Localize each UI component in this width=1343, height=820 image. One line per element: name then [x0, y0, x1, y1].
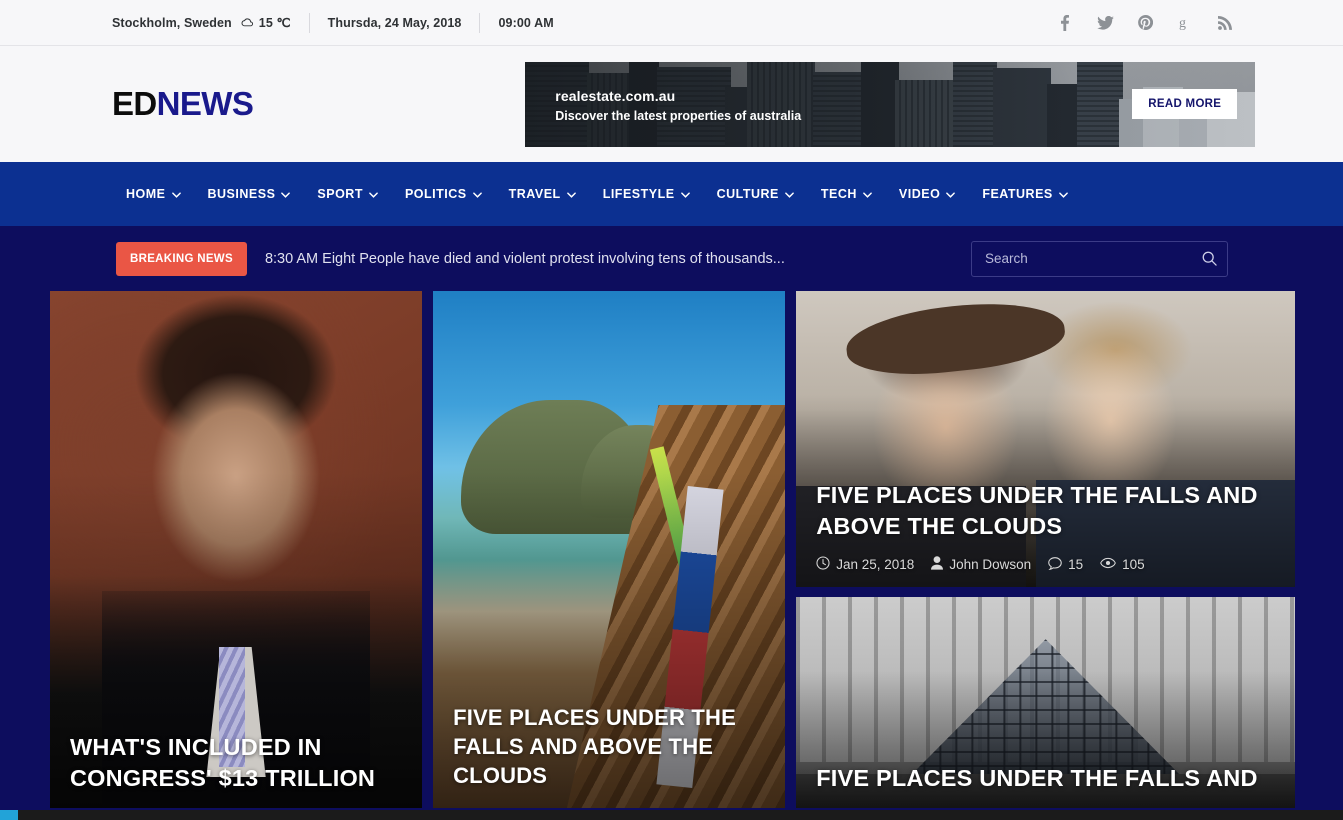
nav-item-business[interactable]: BUSINESS [208, 187, 291, 201]
nav-item-culture[interactable]: CULTURE [717, 187, 794, 201]
search-icon[interactable] [1198, 248, 1220, 270]
top-bar-info: Stockholm, Sweden 15 ℃ Thursda, 24 May, … [112, 12, 1055, 33]
nav-label: CULTURE [716, 187, 779, 201]
grid-column-left: WHAT'S INCLUDED IN CONGRESS' $13 TRILLIO… [50, 291, 423, 808]
article-card-congress[interactable]: WHAT'S INCLUDED IN CONGRESS' $13 TRILLIO… [50, 291, 423, 808]
chevron-down-icon [171, 187, 181, 201]
person-icon [931, 556, 944, 573]
nav-label: TRAVEL [508, 187, 561, 201]
time-label: 09:00 AM [498, 15, 554, 30]
breaking-news-headline[interactable]: 8:30 AM Eight People have died and viole… [265, 251, 785, 267]
twitter-icon[interactable] [1095, 13, 1115, 33]
nav-item-lifestyle[interactable]: LIFESTYLE [603, 187, 690, 201]
chevron-down-icon [281, 187, 291, 201]
location-label: Stockholm, Sweden [112, 15, 232, 30]
article-card-five-places-women[interactable]: FIVE PLACES UNDER THE FALLS AND ABOVE TH… [796, 291, 1296, 587]
article-card-five-places-louvre[interactable]: FIVE PLACES UNDER THE FALLS AND [796, 597, 1296, 808]
eye-icon [1100, 557, 1117, 572]
nav-item-video[interactable]: VIDEO [898, 187, 956, 201]
nav-label: POLITICS [404, 187, 467, 201]
svg-text:g: g [1179, 16, 1186, 30]
nav-label: BUSINESS [207, 187, 276, 201]
article-comments: 15 [1048, 556, 1084, 573]
grid-column-right: FIVE PLACES UNDER THE FALLS AND ABOVE TH… [796, 291, 1296, 808]
facebook-icon[interactable] [1055, 13, 1075, 33]
clock-icon [816, 556, 830, 573]
nav-item-politics[interactable]: POLITICS [405, 187, 482, 201]
article-author: John Dowson [931, 556, 1031, 573]
chevron-down-icon [566, 187, 576, 201]
article-date-label: Jan 25, 2018 [836, 557, 915, 572]
nav-item-tech[interactable]: TECH [821, 187, 872, 201]
search-box [971, 240, 1228, 277]
cloud-icon [239, 17, 254, 28]
chevron-down-icon [1058, 187, 1068, 201]
article-author-label: John Dowson [949, 557, 1032, 572]
chevron-down-icon [946, 187, 956, 201]
nav-label: VIDEO [898, 187, 941, 201]
scrollbar-thumb[interactable] [0, 810, 18, 820]
top-bar: Stockholm, Sweden 15 ℃ Thursda, 24 May, … [0, 0, 1343, 46]
article-title: FIVE PLACES UNDER THE FALLS AND [816, 764, 1258, 791]
nav-item-sport[interactable]: SPORT [317, 187, 378, 201]
breaking-news-bar: BREAKING NEWS 8:30 AM Eight People have … [0, 226, 1343, 291]
temperature-label: 15 ℃ [258, 16, 291, 30]
featured-articles-grid: WHAT'S INCLUDED IN CONGRESS' $13 TRILLIO… [0, 291, 1343, 808]
nav-label: FEATURES [982, 187, 1053, 201]
nav-item-home[interactable]: HOME [126, 187, 181, 201]
grid-column-middle: FIVE PLACES UNDER THE FALLS AND ABOVE TH… [433, 291, 786, 808]
nav-label: SPORT [317, 187, 363, 201]
horizontal-scrollbar[interactable] [0, 810, 1343, 820]
article-date: Jan 25, 2018 [816, 556, 914, 573]
ad-subtitle: Discover the latest properties of austra… [555, 108, 802, 123]
date-label: Thursda, 24 May, 2018 [327, 15, 462, 30]
article-card-body: FIVE PLACES UNDER THE FALLS AND ABOVE TH… [796, 480, 1295, 587]
google-plus-icon[interactable]: g [1175, 13, 1195, 33]
chevron-down-icon [680, 187, 690, 201]
main-navigation: HOME BUSINESS SPORT POLITICS TRAVEL LIFE… [0, 162, 1343, 226]
article-comments-count: 15 [1068, 557, 1084, 572]
chevron-down-icon [785, 187, 794, 201]
ad-copy: realestate.com.au Discover the latest pr… [555, 88, 801, 123]
ad-title: realestate.com.au [555, 87, 676, 104]
chevron-down-icon [863, 187, 872, 201]
site-logo[interactable]: EDNEWS [112, 85, 254, 123]
chevron-down-icon [472, 187, 482, 201]
site-header: EDNEWS realestate.com.au Discover the la… [0, 46, 1343, 162]
divider [479, 12, 481, 33]
pinterest-icon[interactable] [1135, 13, 1155, 33]
social-links: g [1055, 13, 1235, 33]
article-card-body: WHAT'S INCLUDED IN CONGRESS' $13 TRILLIO… [50, 732, 422, 808]
nav-label: HOME [126, 187, 166, 201]
search-input[interactable] [971, 240, 1228, 277]
article-views-count: 105 [1122, 557, 1145, 572]
article-card-body: FIVE PLACES UNDER THE FALLS AND [796, 763, 1295, 808]
nav-label: LIFESTYLE [602, 187, 675, 201]
logo-text-secondary: NEWS [156, 85, 254, 122]
article-views: 105 [1100, 557, 1145, 572]
nav-label: TECH [820, 187, 857, 201]
article-title: FIVE PLACES UNDER THE FALLS AND ABOVE TH… [453, 704, 736, 788]
divider [308, 12, 310, 33]
nav-item-features[interactable]: FEATURES [982, 187, 1068, 201]
breaking-news-badge[interactable]: BREAKING NEWS [116, 241, 247, 276]
article-title: WHAT'S INCLUDED IN CONGRESS' $13 TRILLIO… [70, 733, 376, 791]
ad-read-more-button[interactable]: READ MORE [1132, 89, 1238, 119]
article-title: FIVE PLACES UNDER THE FALLS AND ABOVE TH… [816, 481, 1258, 539]
banner-ad[interactable]: realestate.com.au Discover the latest pr… [525, 61, 1256, 147]
rss-icon[interactable] [1215, 13, 1235, 33]
logo-text-primary: ED [112, 85, 157, 122]
article-card-five-places-boat[interactable]: FIVE PLACES UNDER THE FALLS AND ABOVE TH… [433, 291, 786, 808]
comment-icon [1048, 556, 1062, 573]
nav-item-travel[interactable]: TRAVEL [509, 187, 576, 201]
weather-info: Stockholm, Sweden 15 ℃ [112, 15, 291, 31]
chevron-down-icon [369, 187, 378, 201]
article-meta: Jan 25, 2018 John Dowson 15 105 [816, 556, 1275, 573]
article-card-body: FIVE PLACES UNDER THE FALLS AND ABOVE TH… [433, 703, 785, 804]
